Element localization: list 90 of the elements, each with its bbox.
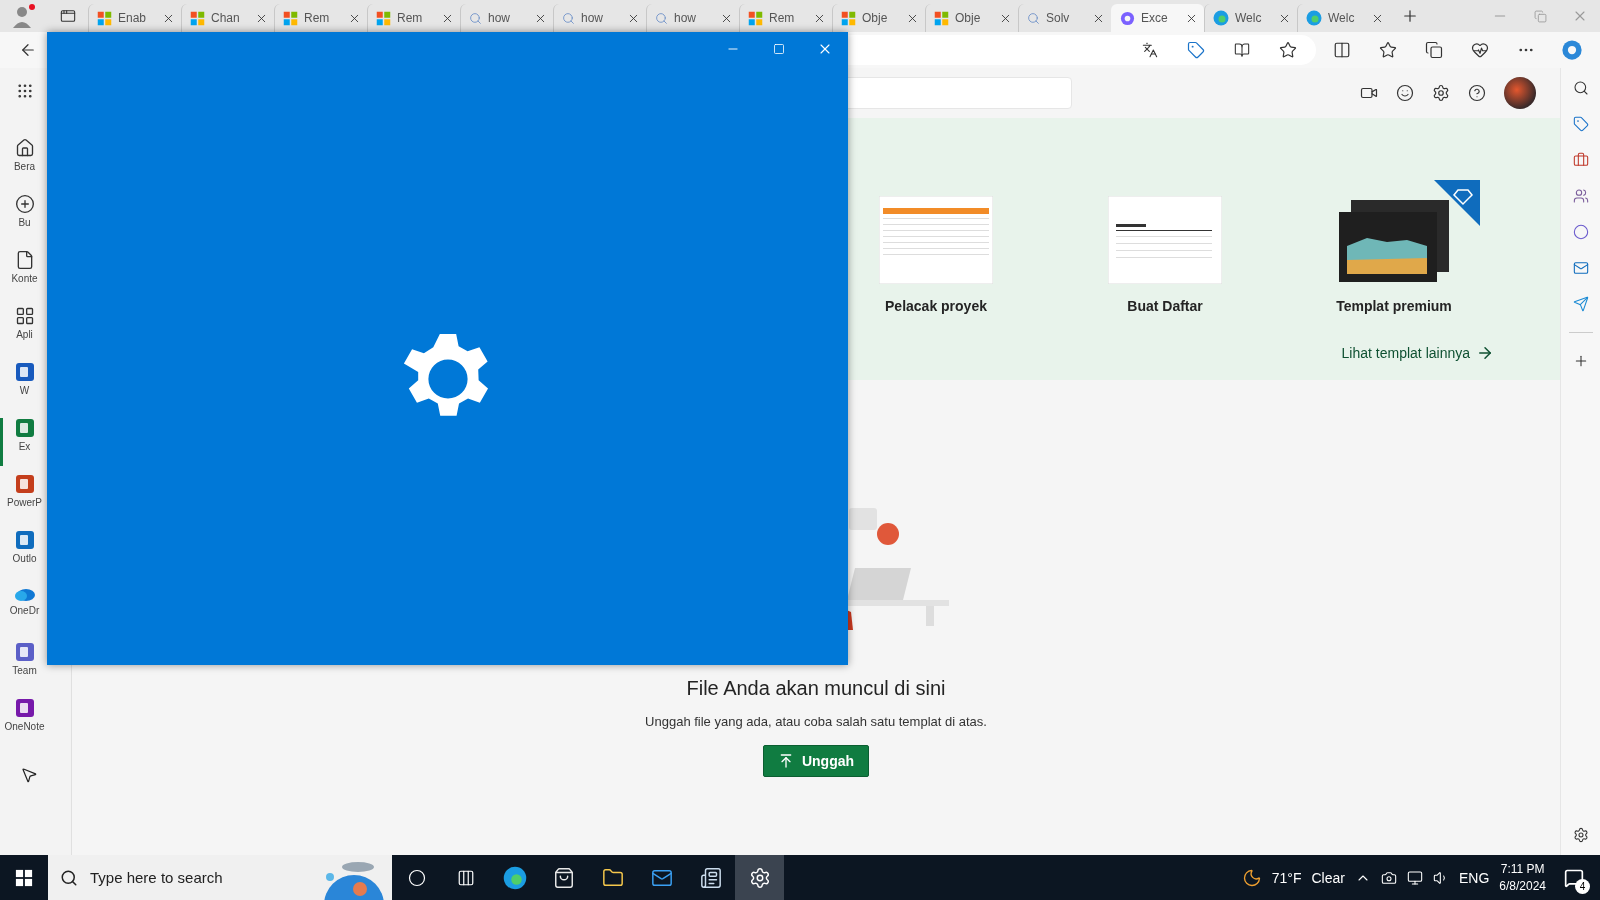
swirl-logo-icon[interactable]: [1561, 39, 1583, 61]
empty-state-title: File Anda akan muncul di sini: [686, 677, 946, 700]
search-icon: [1027, 11, 1040, 25]
apps-icon: [14, 306, 35, 326]
windows-logo-icon: [934, 10, 949, 26]
teams-app-icon: [14, 642, 35, 662]
taskbar-app-button[interactable]: [735, 855, 784, 900]
chat-bubble-icon: [1564, 867, 1584, 888]
send-icon[interactable]: [1572, 296, 1589, 312]
split-screen-icon[interactable]: [1333, 41, 1351, 59]
cloud-icon: [13, 586, 36, 602]
help-icon[interactable]: [1468, 84, 1486, 102]
camera-icon[interactable]: [1380, 869, 1397, 886]
tag-icon[interactable]: [1572, 116, 1589, 132]
windows-logo-icon: [376, 10, 391, 26]
shopping-bag-icon[interactable]: [552, 866, 575, 889]
browser-tab[interactable]: Exce: [1111, 4, 1204, 32]
search-icon: [60, 868, 78, 887]
windows-logo-icon: [283, 10, 298, 26]
app-rail-item[interactable]: PowerP: [0, 474, 46, 522]
search-icon: [469, 11, 482, 25]
smiley-icon[interactable]: [1396, 84, 1414, 102]
app-launcher-icon[interactable]: [15, 82, 34, 100]
app-rail-item[interactable]: OneDr: [0, 586, 46, 634]
app-rail-item[interactable]: Bera: [0, 138, 46, 186]
user-avatar[interactable]: [1504, 77, 1536, 109]
read-aloud-icon[interactable]: [1234, 42, 1250, 58]
browser-logo-icon: [1306, 10, 1322, 26]
tab-actions-icon[interactable]: [60, 8, 76, 24]
outlook-app-icon: [14, 530, 35, 550]
app-rail-item[interactable]: Apli: [0, 306, 46, 354]
clock[interactable]: 7:11 PM 6/8/2024: [1499, 860, 1546, 895]
template-title[interactable]: Buat Daftar: [1127, 298, 1203, 314]
app-rail-item[interactable]: OneNote: [0, 698, 46, 746]
add-circle-icon: [14, 194, 35, 214]
app-rail-item[interactable]: Konte: [0, 250, 46, 298]
browser-logo-icon: [1213, 10, 1229, 26]
newspaper-icon[interactable]: [699, 866, 722, 889]
search-icon: [562, 11, 575, 25]
app-rail-item[interactable]: W: [0, 362, 46, 410]
translate-icon[interactable]: [1142, 42, 1158, 58]
new-tab-icon[interactable]: [1401, 7, 1419, 25]
heart-pulse-icon[interactable]: [1471, 41, 1489, 59]
app-rail-item[interactable]: Outlo: [0, 530, 46, 578]
settings-icon[interactable]: [1572, 827, 1589, 843]
back-icon[interactable]: [19, 41, 37, 59]
tag-icon[interactable]: [1187, 41, 1205, 59]
windows-logo-icon: [97, 10, 112, 26]
swirl-logo-icon: [1120, 10, 1135, 26]
star-icon[interactable]: [1279, 41, 1297, 59]
mail-icon[interactable]: [1572, 260, 1589, 276]
word-app-icon: [14, 362, 35, 382]
windows-logo-icon: [190, 10, 205, 26]
search-icon[interactable]: [1572, 80, 1589, 96]
search-icon: [655, 11, 668, 25]
people-icon[interactable]: [1572, 188, 1589, 204]
app-rail-item[interactable]: Bu: [0, 194, 46, 242]
excel-app-icon: [14, 418, 35, 438]
moon-icon: [1241, 867, 1262, 888]
more-templates-link[interactable]: Lihat templat lainnya: [1341, 344, 1494, 362]
start-icon: [15, 868, 33, 887]
weather-temperature: 71°F: [1271, 869, 1302, 886]
briefcase-icon[interactable]: [1572, 152, 1589, 168]
mouse-pointer-icon: [20, 766, 38, 784]
ring-logo-icon[interactable]: [1572, 224, 1589, 240]
template-title[interactable]: Pelacak proyek: [885, 298, 987, 314]
favorites-icon[interactable]: [1379, 41, 1397, 59]
upload-button[interactable]: Unggah: [762, 745, 870, 777]
network-icon[interactable]: [1406, 869, 1423, 886]
maximize-icon[interactable]: [773, 43, 785, 55]
circle-icon[interactable]: [407, 868, 426, 887]
folder-icon[interactable]: [601, 866, 624, 889]
home-icon: [14, 138, 35, 158]
arrow-right-icon: [1476, 344, 1494, 362]
powerpoint-app-icon: [14, 474, 35, 494]
settings-icon[interactable]: [748, 866, 771, 889]
collections-icon[interactable]: [1425, 41, 1443, 59]
app-rail-item[interactable]: Team: [0, 642, 46, 690]
notification-count: 4: [1575, 878, 1590, 894]
template-title[interactable]: Templat premium: [1336, 298, 1452, 314]
windows-logo-icon: [748, 10, 763, 26]
browser-logo-icon[interactable]: [502, 865, 527, 890]
windows-logo-icon: [841, 10, 856, 26]
language-indicator[interactable]: ENG: [1458, 869, 1490, 886]
empty-state-subtitle: Unggah file yang ada, atau coba salah satu templat di atas.: [645, 714, 987, 729]
onenote-app-icon: [14, 698, 35, 718]
weather-condition: Clear: [1311, 869, 1345, 886]
task-view-icon[interactable]: [456, 868, 475, 887]
settings-icon[interactable]: [1432, 84, 1450, 102]
notification-button[interactable]: 4: [1556, 859, 1592, 896]
